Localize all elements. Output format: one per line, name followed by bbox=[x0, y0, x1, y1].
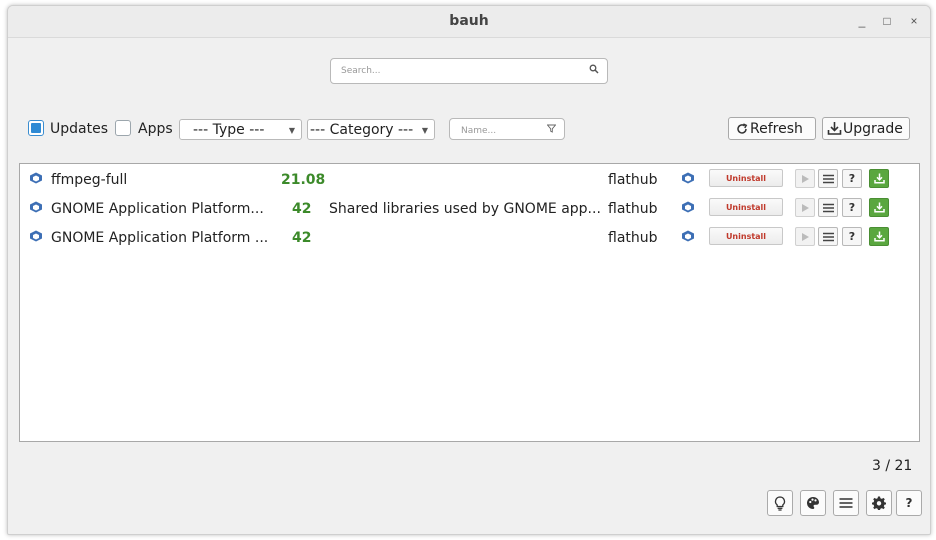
menu-icon bbox=[823, 232, 834, 242]
package-version: 42 bbox=[292, 230, 312, 246]
run-icon bbox=[802, 175, 809, 183]
table-row[interactable]: GNOME Application Platform... 42 Shared … bbox=[20, 194, 919, 223]
updates-label[interactable]: Updates bbox=[50, 121, 108, 137]
table-row[interactable]: ffmpeg-full 21.08 flathub Uninstall ? bbox=[20, 165, 919, 194]
upgrade-label: Upgrade bbox=[843, 121, 903, 137]
window-title: bauh bbox=[449, 13, 489, 29]
updates-checkbox[interactable] bbox=[28, 120, 44, 136]
refresh-button[interactable]: Refresh bbox=[728, 117, 816, 140]
flatpak-icon bbox=[682, 172, 694, 184]
refresh-label: Refresh bbox=[750, 121, 803, 137]
settings-button[interactable] bbox=[866, 490, 892, 516]
package-version: 42 bbox=[292, 201, 312, 217]
title-bar: bauh _ □ × bbox=[8, 6, 930, 38]
search-box[interactable] bbox=[330, 58, 608, 84]
info-button[interactable]: ? bbox=[842, 169, 862, 188]
flatpak-icon bbox=[30, 201, 42, 213]
menu-icon bbox=[839, 498, 853, 508]
package-source: flathub bbox=[608, 230, 658, 246]
refresh-icon bbox=[737, 123, 748, 134]
package-table: ffmpeg-full 21.08 flathub Uninstall ? GN… bbox=[19, 163, 920, 442]
package-source: flathub bbox=[608, 201, 658, 217]
suggestions-button[interactable] bbox=[767, 490, 793, 516]
search-icon[interactable] bbox=[589, 64, 599, 74]
about-button[interactable]: ? bbox=[896, 490, 922, 516]
upgrade-button[interactable]: Upgrade bbox=[822, 117, 910, 140]
package-source: flathub bbox=[608, 172, 658, 188]
apps-label[interactable]: Apps bbox=[138, 121, 173, 137]
chevron-down-icon: ▼ bbox=[421, 126, 428, 135]
search-input[interactable] bbox=[339, 62, 583, 80]
package-version: 21.08 bbox=[281, 172, 326, 188]
menu-button[interactable] bbox=[833, 490, 859, 516]
type-select-value: --- Type --- bbox=[193, 122, 265, 138]
name-filter-input[interactable] bbox=[459, 123, 543, 138]
menu-icon bbox=[823, 174, 834, 184]
settings-icon bbox=[872, 496, 886, 510]
apps-checkbox[interactable] bbox=[115, 120, 131, 136]
uninstall-button[interactable]: Uninstall bbox=[709, 198, 783, 216]
minimize-button[interactable]: _ bbox=[853, 12, 871, 30]
help-icon: ? bbox=[848, 201, 856, 214]
run-button[interactable] bbox=[795, 227, 815, 246]
download-icon bbox=[874, 231, 885, 242]
name-filter[interactable] bbox=[449, 118, 565, 140]
update-button[interactable] bbox=[869, 198, 889, 217]
download-icon bbox=[874, 173, 885, 184]
run-icon bbox=[802, 233, 809, 241]
chevron-down-icon: ▼ bbox=[288, 126, 295, 135]
help-icon: ? bbox=[848, 230, 856, 243]
package-name: ffmpeg-full bbox=[51, 172, 128, 188]
details-button[interactable] bbox=[818, 198, 838, 217]
close-button[interactable]: × bbox=[905, 12, 923, 30]
package-name: GNOME Application Platform ... bbox=[51, 230, 269, 246]
help-icon: ? bbox=[905, 496, 913, 510]
filter-icon bbox=[547, 124, 556, 133]
package-description: Shared libraries used by GNOME app... bbox=[329, 201, 601, 217]
details-button[interactable] bbox=[818, 169, 838, 188]
package-name: GNOME Application Platform... bbox=[51, 201, 264, 217]
help-icon: ? bbox=[848, 172, 856, 185]
download-icon bbox=[874, 202, 885, 213]
category-select-value: --- Category --- bbox=[310, 122, 414, 138]
run-button[interactable] bbox=[795, 198, 815, 217]
lightbulb-icon bbox=[774, 496, 786, 511]
flatpak-icon bbox=[30, 230, 42, 242]
run-button[interactable] bbox=[795, 169, 815, 188]
category-select[interactable]: --- Category --- ▼ bbox=[307, 119, 435, 140]
themes-button[interactable] bbox=[800, 490, 826, 516]
info-button[interactable]: ? bbox=[842, 198, 862, 217]
run-icon bbox=[802, 204, 809, 212]
flatpak-icon bbox=[682, 230, 694, 242]
palette-icon bbox=[807, 497, 819, 509]
flatpak-icon bbox=[30, 172, 42, 184]
download-icon bbox=[827, 122, 842, 135]
uninstall-button[interactable]: Uninstall bbox=[709, 227, 783, 245]
type-select[interactable]: --- Type --- ▼ bbox=[179, 119, 302, 140]
update-button[interactable] bbox=[869, 227, 889, 246]
details-button[interactable] bbox=[818, 227, 838, 246]
pagination-counter: 3 / 21 bbox=[872, 458, 913, 474]
flatpak-icon bbox=[682, 201, 694, 213]
info-button[interactable]: ? bbox=[842, 227, 862, 246]
table-row[interactable]: GNOME Application Platform ... 42 flathu… bbox=[20, 223, 919, 252]
app-window: bauh _ □ × Updates Apps --- Type --- ▼ -… bbox=[7, 5, 931, 535]
uninstall-button[interactable]: Uninstall bbox=[709, 169, 783, 187]
maximize-button[interactable]: □ bbox=[878, 12, 896, 30]
menu-icon bbox=[823, 203, 834, 213]
update-button[interactable] bbox=[869, 169, 889, 188]
